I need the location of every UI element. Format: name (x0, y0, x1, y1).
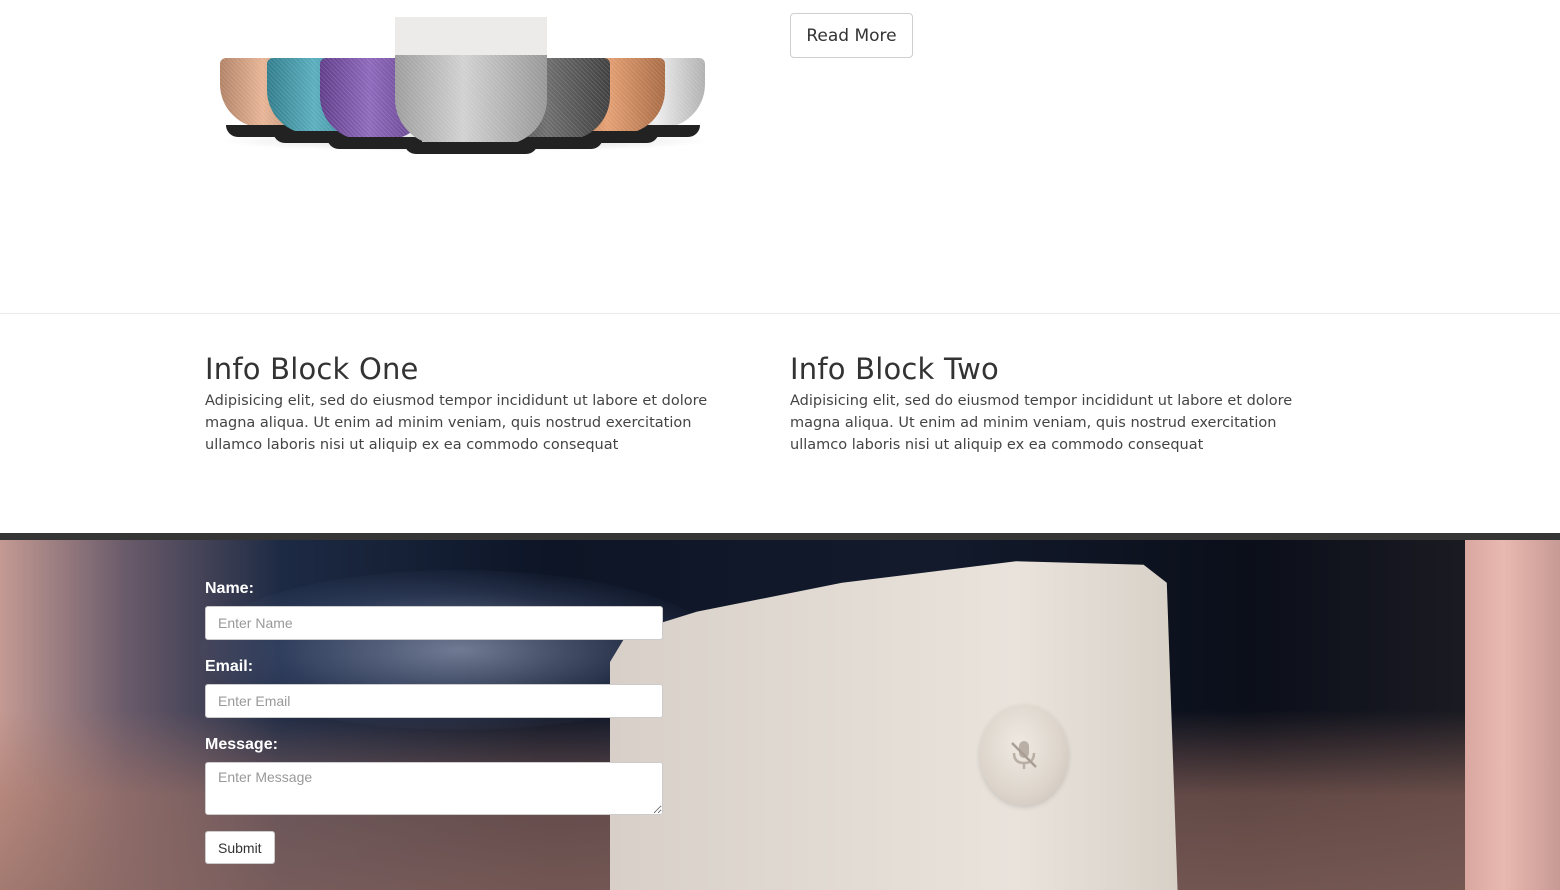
speaker-white-top (395, 17, 547, 55)
email-label: Email: (205, 658, 254, 675)
mic-off-icon (1011, 741, 1037, 769)
submit-button[interactable]: Submit (205, 831, 275, 864)
info-blocks-section: Info Block One Adipisicing elit, sed do … (0, 313, 1560, 533)
message-textarea[interactable] (205, 762, 663, 815)
contact-section: Name: Email: Message: Submit (0, 533, 1560, 890)
product-image-speakers (205, 0, 725, 170)
info-block-one: Info Block One Adipisicing elit, sed do … (205, 352, 750, 456)
info-block-one-title: Info Block One (205, 352, 419, 386)
contact-form: Name: Email: Message: Submit (205, 580, 663, 864)
device-mic-button (980, 705, 1068, 805)
background-device-image (610, 561, 1179, 890)
name-label: Name: (205, 580, 254, 597)
product-hero-section: Read More (0, 0, 1560, 313)
message-label: Message: (205, 736, 278, 753)
email-input[interactable] (205, 684, 663, 718)
speaker-white-center (395, 17, 547, 154)
name-input[interactable] (205, 606, 663, 640)
read-more-button[interactable]: Read More (790, 13, 913, 58)
info-block-two-text: Adipisicing elit, sed do eiusmod tempor … (790, 393, 1293, 453)
info-block-two: Info Block Two Adipisicing elit, sed do … (790, 352, 1335, 456)
info-block-two-title: Info Block Two (790, 352, 999, 386)
info-block-one-text: Adipisicing elit, sed do eiusmod tempor … (205, 393, 708, 453)
background-right-band (1465, 540, 1560, 890)
